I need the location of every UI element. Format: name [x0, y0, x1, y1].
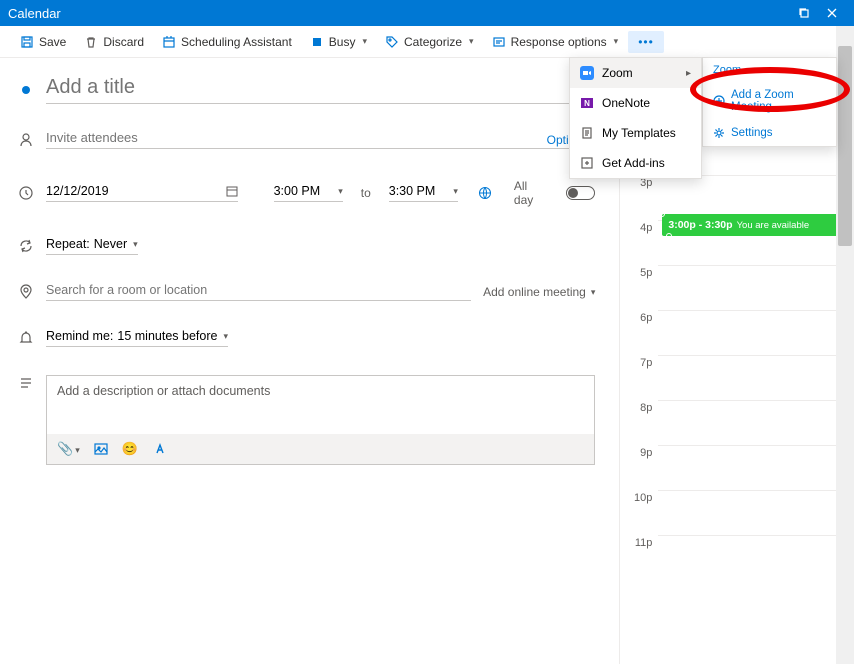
hour-row: 8p — [628, 400, 854, 445]
hour-label: 9p — [628, 445, 658, 459]
scheduling-assistant-button[interactable]: Scheduling Assistant — [154, 31, 300, 53]
attach-icon[interactable]: 📎▾ — [57, 441, 80, 457]
window-title: Calendar — [8, 6, 790, 21]
repeat-icon — [18, 238, 34, 254]
chevron-down-icon: ▾ — [614, 36, 619, 47]
menu-item-my-templates[interactable]: My Templates — [570, 118, 701, 148]
hour-label: 6p — [628, 310, 658, 324]
clock-icon — [18, 185, 34, 201]
busy-icon — [310, 35, 324, 49]
command-toolbar: Save Discard Scheduling Assistant Busy ▾… — [0, 26, 854, 58]
more-options-button[interactable]: ••• — [628, 31, 664, 53]
hour-label: 10p — [628, 490, 658, 504]
location-input[interactable] — [46, 283, 471, 301]
svg-text:N: N — [584, 99, 590, 108]
trash-icon — [84, 35, 98, 49]
ellipsis-icon: ••• — [638, 35, 654, 49]
submenu-header: Zoom — [703, 58, 836, 82]
chevron-down-icon: ▾ — [591, 287, 596, 298]
menu-item-get-add-ins[interactable]: Get Add-ins — [570, 148, 701, 178]
emoji-icon[interactable]: 😊 — [122, 441, 138, 457]
calendar-icon — [162, 35, 176, 49]
description-input[interactable]: Add a description or attach documents — [47, 376, 594, 434]
response-icon — [492, 35, 506, 49]
chevron-down-icon: ▾ — [362, 36, 367, 47]
chevron-down-icon: ▾ — [469, 36, 474, 47]
hour-row: 9p — [628, 445, 854, 490]
scroll-thumb[interactable] — [838, 46, 852, 246]
chevron-down-icon: ▾ — [133, 239, 138, 250]
submenu-item-settings[interactable]: Settings — [703, 120, 836, 146]
hour-label: 8p — [628, 400, 658, 414]
window-titlebar: Calendar — [0, 0, 854, 26]
format-icon[interactable] — [152, 442, 166, 456]
to-label: to — [361, 186, 371, 200]
hour-row: 5p — [628, 265, 854, 310]
templates-icon — [580, 126, 594, 140]
hour-row: 6p — [628, 310, 854, 355]
bell-icon — [18, 330, 34, 346]
location-icon — [18, 284, 34, 300]
hour-row: 10p — [628, 490, 854, 535]
discard-button[interactable]: Discard — [76, 31, 152, 53]
hour-label: 11p — [628, 535, 658, 549]
calendar-event[interactable]: 3:00p - 3:30p You are available — [662, 214, 846, 236]
event-form: Optional 12/12/2019 3:00 PM ▾ to 3:30 PM… — [0, 58, 619, 664]
allday-label: All day — [514, 179, 549, 207]
categorize-button[interactable]: Categorize ▾ — [377, 31, 482, 53]
person-icon — [18, 132, 34, 148]
scrollbar[interactable] — [836, 26, 854, 664]
hour-label: 5p — [628, 265, 658, 279]
timezone-icon[interactable] — [478, 186, 492, 200]
close-button[interactable] — [818, 0, 846, 26]
tag-icon — [385, 35, 399, 49]
more-options-menu: Zoom▸NOneNoteMy TemplatesGet Add-ins — [569, 57, 702, 179]
addins-icon — [580, 156, 594, 170]
response-options-button[interactable]: Response options ▾ — [484, 31, 627, 53]
chevron-right-icon: ▸ — [686, 68, 691, 79]
save-icon — [20, 35, 34, 49]
chevron-down-icon: ▾ — [453, 186, 458, 197]
submenu-item-add-a-zoom-meeting[interactable]: Add a Zoom Meeting — [703, 82, 836, 120]
title-input[interactable] — [46, 76, 595, 104]
plus-icon — [713, 95, 725, 107]
date-field[interactable]: 12/12/2019 — [46, 184, 238, 202]
save-button[interactable]: Save — [12, 31, 74, 53]
hour-row: 11p — [628, 535, 854, 580]
end-time-field[interactable]: 3:30 PM ▾ — [389, 184, 458, 202]
calendar-picker-icon — [226, 185, 238, 197]
reminder-field[interactable]: Remind me: 15 minutes before ▾ — [46, 329, 228, 347]
description-box: Add a description or attach documents 📎▾… — [46, 375, 595, 465]
popout-button[interactable] — [790, 0, 818, 26]
calendar-color-bullet — [22, 86, 30, 94]
image-icon[interactable] — [94, 442, 108, 456]
chevron-down-icon: ▾ — [223, 331, 228, 342]
hour-label: 4p — [628, 220, 658, 234]
menu-item-onenote[interactable]: NOneNote — [570, 88, 701, 118]
start-time-field[interactable]: 3:00 PM ▾ — [274, 184, 343, 202]
allday-toggle[interactable] — [566, 186, 595, 200]
gear-icon — [713, 127, 725, 139]
repeat-field[interactable]: Repeat: Never ▾ — [46, 237, 138, 255]
attendees-input[interactable] — [46, 130, 595, 149]
busy-button[interactable]: Busy ▾ — [302, 31, 375, 53]
hour-row: 7p — [628, 355, 854, 400]
description-icon — [18, 375, 34, 391]
add-online-meeting-button[interactable]: Add online meeting ▾ — [483, 285, 595, 299]
onenote-icon: N — [580, 96, 594, 110]
description-toolbar: 📎▾ 😊 — [47, 434, 594, 464]
zoom-icon — [580, 66, 594, 80]
zoom-submenu: Zoom Add a Zoom MeetingSettings — [702, 57, 837, 147]
hour-label: 7p — [628, 355, 658, 369]
menu-item-zoom[interactable]: Zoom▸ — [570, 58, 701, 88]
chevron-down-icon: ▾ — [338, 186, 343, 197]
